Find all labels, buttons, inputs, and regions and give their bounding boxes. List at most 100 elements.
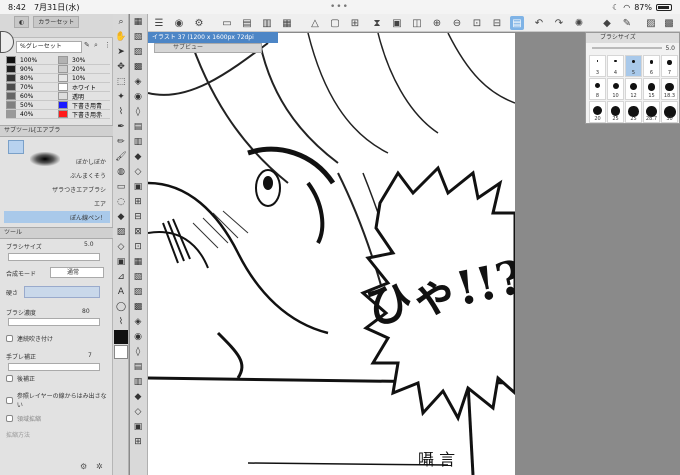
palette-icon-3[interactable]: ▨ bbox=[131, 45, 145, 59]
edit-icon[interactable]: ✎ bbox=[84, 41, 92, 51]
correct-line-icon[interactable]: ⌇ bbox=[114, 315, 128, 329]
eraser-tool-icon[interactable]: ▭ bbox=[114, 180, 128, 194]
menu-icon[interactable]: ☰ bbox=[152, 16, 166, 30]
fill-icon[interactable]: △ bbox=[308, 16, 322, 30]
document-tab[interactable]: イラスト 37 (1200 x 1600px 72dpi 297.4%) bbox=[148, 32, 278, 52]
search-icon[interactable]: ⌕ bbox=[94, 41, 102, 51]
palette-icon-7[interactable]: ◊ bbox=[131, 105, 145, 119]
brush-size-option[interactable]: 25 bbox=[607, 101, 624, 123]
brush-size-slider[interactable] bbox=[8, 253, 100, 261]
menu-dots-icon[interactable]: ⋮ bbox=[104, 41, 112, 51]
color-sub-icon[interactable] bbox=[114, 345, 128, 359]
ref-layer-row[interactable]: 参照レイヤーの線からはみ出さない bbox=[6, 393, 110, 409]
airbrush-tool-icon[interactable]: ◍ bbox=[114, 165, 128, 179]
expand-checkbox[interactable] bbox=[6, 414, 13, 422]
palette-icon-22[interactable]: ◉ bbox=[131, 330, 145, 344]
color-swatch[interactable]: 30% bbox=[58, 56, 110, 65]
color-swatch[interactable]: 40% bbox=[6, 110, 58, 119]
brush-tool-icon[interactable]: 🖌 bbox=[114, 150, 128, 164]
palette-icon-8[interactable]: ▤ bbox=[131, 120, 145, 134]
palette-icon-11[interactable]: ◇ bbox=[131, 165, 145, 179]
balloon-tool-icon[interactable]: ◯ bbox=[114, 300, 128, 314]
grid-icon[interactable]: ⊟ bbox=[490, 16, 504, 30]
continuous-checkbox[interactable] bbox=[6, 334, 13, 342]
operation-tool-icon[interactable]: ➤ bbox=[114, 45, 128, 59]
palette-icon-9[interactable]: ▥ bbox=[131, 135, 145, 149]
palette-icon-1[interactable]: ▦ bbox=[131, 15, 145, 29]
brush-item[interactable]: ザラつきエアブラシ bbox=[4, 183, 110, 195]
canvas-icon[interactable]: ▣ bbox=[390, 16, 404, 30]
brush-size-option[interactable]: 30 bbox=[661, 101, 678, 123]
fill-tool-icon[interactable]: ◆ bbox=[114, 210, 128, 224]
frame-tool-icon[interactable]: ▣ bbox=[114, 255, 128, 269]
gallery-icon[interactable]: ◉ bbox=[172, 16, 186, 30]
palette-icon-27[interactable]: ◇ bbox=[131, 405, 145, 419]
expand-row[interactable]: 領域拡縮 bbox=[6, 412, 110, 424]
pen-icon[interactable]: ✎ bbox=[620, 16, 634, 30]
blend-tool-icon[interactable]: ◌ bbox=[114, 195, 128, 209]
palette-icon-18[interactable]: ▧ bbox=[131, 270, 145, 284]
brush-size-popup-slider[interactable] bbox=[592, 47, 662, 49]
post-correction-checkbox[interactable] bbox=[6, 374, 13, 382]
layout-icon[interactable]: ▩ bbox=[662, 16, 676, 30]
palette-icon-19[interactable]: ▨ bbox=[131, 285, 145, 299]
undo-icon[interactable]: ↶ bbox=[532, 16, 546, 30]
blend-mode-dropdown[interactable]: 通常 bbox=[50, 267, 104, 278]
brush-size-option[interactable]: 4 bbox=[607, 55, 624, 77]
brush-size-option[interactable]: 8 bbox=[589, 78, 606, 100]
palette-icon-29[interactable]: ⊞ bbox=[131, 435, 145, 449]
hardness-slider[interactable] bbox=[24, 286, 100, 298]
palette-icon-21[interactable]: ◈ bbox=[131, 315, 145, 329]
text-tool-icon[interactable]: A bbox=[114, 285, 128, 299]
flip-icon[interactable]: ⧗ bbox=[370, 16, 384, 30]
ruler-tool-icon[interactable]: ⊿ bbox=[114, 270, 128, 284]
color-swatch[interactable]: 80% bbox=[6, 74, 58, 83]
palette-icon-28[interactable]: ▣ bbox=[131, 420, 145, 434]
brush-size-option[interactable]: 25 bbox=[625, 101, 642, 123]
continuous-row[interactable]: 連続吹き付け bbox=[6, 332, 110, 344]
save-icon[interactable]: ▤ bbox=[240, 16, 254, 30]
gradient-tool-icon[interactable]: ▨ bbox=[114, 225, 128, 239]
selection-tool-icon[interactable]: ⬚ bbox=[114, 75, 128, 89]
ruler-icon[interactable]: ⊖ bbox=[450, 16, 464, 30]
color-swatch[interactable]: 90% bbox=[6, 65, 58, 74]
zoom-tool-icon[interactable]: ⌕ bbox=[114, 15, 128, 29]
palette-icon-10[interactable]: ◆ bbox=[131, 150, 145, 164]
stabilize-slider[interactable] bbox=[8, 363, 100, 371]
brush-size-option[interactable]: 6 bbox=[643, 55, 660, 77]
palette-icon-2[interactable]: ▧ bbox=[131, 30, 145, 44]
palette-icon-16[interactable]: ⊡ bbox=[131, 240, 145, 254]
import-icon[interactable]: ▦ bbox=[280, 16, 294, 30]
brush-size-option[interactable]: 12 bbox=[625, 78, 642, 100]
brush-size-option[interactable]: 7 bbox=[661, 55, 678, 77]
palette-icon-5[interactable]: ◈ bbox=[131, 75, 145, 89]
color-swatch[interactable]: 100% bbox=[6, 56, 58, 65]
brush-item[interactable]: ぶんまくそう bbox=[4, 169, 110, 181]
brush-item[interactable]: エア bbox=[4, 197, 110, 209]
window-icon[interactable]: ▨ bbox=[644, 16, 658, 30]
zoom-icon[interactable]: ⊕ bbox=[430, 16, 444, 30]
density-slider[interactable] bbox=[8, 318, 100, 326]
brush-size-option[interactable]: 3 bbox=[589, 55, 606, 77]
transform-icon[interactable]: ▢ bbox=[328, 16, 342, 30]
palette-icon-13[interactable]: ⊞ bbox=[131, 195, 145, 209]
brush-size-option[interactable]: 10 bbox=[607, 78, 624, 100]
palette-icon-26[interactable]: ◆ bbox=[131, 390, 145, 404]
color-swatch[interactable]: 60% bbox=[6, 92, 58, 101]
subview-panel[interactable]: サブビュー bbox=[154, 43, 262, 53]
palette-icon-4[interactable]: ▩ bbox=[131, 60, 145, 74]
brush-size-option[interactable]: 15 bbox=[643, 78, 660, 100]
new-file-icon[interactable]: ▭ bbox=[220, 16, 234, 30]
brush-size-option[interactable]: 20 bbox=[589, 101, 606, 123]
move-tool-icon[interactable]: ✋ bbox=[114, 30, 128, 44]
multitask-dots[interactable]: ••• bbox=[330, 2, 349, 12]
tab-color-set[interactable]: カラーセット bbox=[33, 16, 80, 28]
airbrush-icon[interactable] bbox=[8, 140, 24, 154]
eyedropper-icon[interactable]: ⌇ bbox=[114, 105, 128, 119]
palette-icon-14[interactable]: ⊟ bbox=[131, 210, 145, 224]
brush-size-option[interactable]: 18.3 bbox=[661, 78, 678, 100]
pen-tool-icon[interactable]: ✒ bbox=[114, 120, 128, 134]
redo-icon[interactable]: ↷ bbox=[552, 16, 566, 30]
figure-tool-icon[interactable]: ◇ bbox=[114, 240, 128, 254]
brush-item[interactable]: ぼかしぼか bbox=[4, 155, 110, 167]
